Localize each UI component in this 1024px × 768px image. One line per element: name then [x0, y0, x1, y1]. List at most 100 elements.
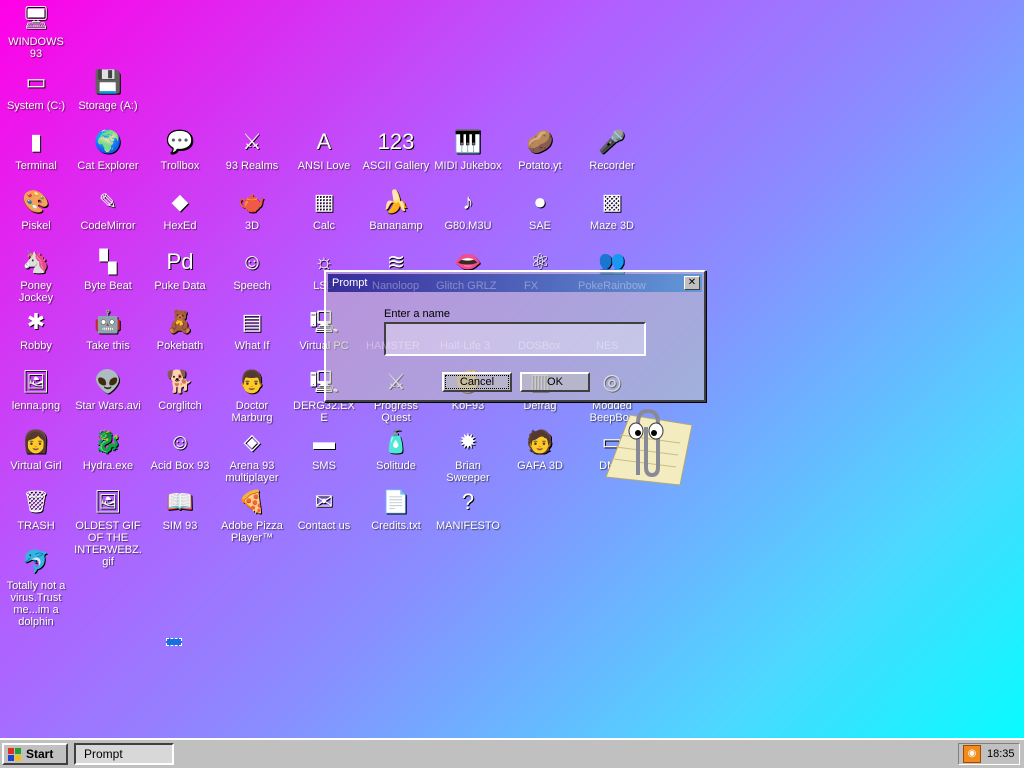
close-icon[interactable]: ✕: [684, 276, 700, 290]
desktop-item-cat-explorer[interactable]: 🌍 Cat Explorer: [72, 126, 144, 172]
desktop-item-poney-jockey[interactable]: 🦄 Poney Jockey: [0, 246, 72, 304]
taskbar-item-label: Prompt: [84, 747, 123, 761]
desktop-item-label: Pokebath: [156, 340, 204, 352]
desktop-item-3d[interactable]: 🫖 3D: [216, 186, 288, 232]
desktop-item-speech[interactable]: ☺ Speech: [216, 246, 288, 292]
desktop-item-label: SMS: [312, 460, 336, 472]
desktop-item-arena-93-multiplayer[interactable]: ◈ Arena 93 multiplayer: [216, 426, 288, 484]
clock: 18:35: [987, 748, 1015, 760]
desktop-item-puke-data[interactable]: Pd Puke Data: [144, 246, 216, 292]
desktop-item-manifesto[interactable]: ? MANIFESTO: [432, 486, 504, 532]
desktop-item-label: Puke Data: [154, 280, 206, 292]
desktop-item-windows-93[interactable]: 🖥 WINDOWS 93: [0, 2, 72, 60]
desktop-item-lenna-png[interactable]: 🖼 lenna.png: [0, 366, 72, 412]
desktop-item-piskel[interactable]: 🎨 Piskel: [0, 186, 72, 232]
desktop-item-midi-jukebox[interactable]: 🎹 MIDI Jukebox: [432, 126, 504, 172]
desktop-item-robby[interactable]: ✱ Robby: [0, 306, 72, 352]
start-button[interactable]: Start: [2, 743, 68, 765]
desktop-item-label: Potato.yt: [518, 160, 562, 172]
desktop-item-corglitch[interactable]: 🐕 Corglitch: [144, 366, 216, 412]
bananamp-icon: 🍌: [382, 189, 410, 214]
desktop-item-dolphin[interactable]: 🐬 Totally not a virus.Trust me...im a dol…: [0, 546, 72, 628]
desktop-item-adobe-pizza-player[interactable]: 🍕 Adobe Pizza Player™: [216, 486, 288, 544]
cat-explorer-icon: 🌍: [94, 129, 122, 154]
ascii-gallery-icon: 123: [377, 129, 415, 154]
desktop-item-gafa-3d[interactable]: 🧑 GAFA 3D: [504, 426, 576, 472]
desktop-item-brian-sweeper[interactable]: ✹ Brian Sweeper: [432, 426, 504, 484]
contact-us-icon: ✉: [314, 489, 334, 514]
desktop-item-label: GAFA 3D: [517, 460, 563, 472]
lenna-png-icon: 🖼: [22, 369, 50, 394]
name-input[interactable]: [384, 322, 646, 356]
cancel-button[interactable]: Cancel: [442, 372, 512, 392]
desktop-item-label: ASCII Gallery: [362, 160, 430, 172]
desktop-item-storage-a[interactable]: 💾 Storage (A:): [72, 66, 144, 112]
ansi-love-icon: A: [316, 129, 332, 154]
prompt-dialog: Prompt ✕ Enter a name Cancel OK: [324, 270, 706, 402]
desktop-item-label: SIM 93: [162, 520, 198, 532]
desktop-item-trollbox[interactable]: 💬 Trollbox: [144, 126, 216, 172]
desktop-item-label: Hydra.exe: [82, 460, 134, 472]
desktop-item-label: Cat Explorer: [77, 160, 139, 172]
desktop-item-contact-us[interactable]: ✉ Contact us: [288, 486, 360, 532]
desktop-item-take-this[interactable]: 🤖 Take this: [72, 306, 144, 352]
desktop-item-label: System (C:): [6, 100, 66, 112]
dialog-title: Prompt: [332, 277, 368, 289]
desktop-item-label: lenna.png: [11, 400, 61, 412]
rss-icon[interactable]: ◉: [963, 745, 981, 763]
desktop-item-label: Acid Box 93: [150, 460, 210, 472]
codemirror-icon: ✎: [98, 189, 118, 214]
desktop-item-ansi-love[interactable]: A ANSI Love: [288, 126, 360, 172]
acid-box-93-icon: ☺: [168, 429, 192, 454]
desktop-item-virtual-girl[interactable]: 👩 Virtual Girl: [0, 426, 72, 472]
desktop-item-label: TRASH: [17, 520, 55, 532]
desktop-item-g80-m3u[interactable]: ♪ G80.M3U: [432, 186, 504, 232]
desktop-item-sae[interactable]: ● SAE: [504, 186, 576, 232]
desktop-item-solitude[interactable]: 🧴 Solitude: [360, 426, 432, 472]
desktop-item-label: OLDEST GIF OF THE INTERWEBZ.gif: [74, 520, 142, 568]
desktop-item-sms[interactable]: ▬ SMS: [288, 426, 360, 472]
desktop-item-credits-txt[interactable]: 📄 Credits.txt: [360, 486, 432, 532]
desktop-item-oldest-gif[interactable]: 🖼 OLDEST GIF OF THE INTERWEBZ.gif: [72, 486, 144, 568]
desktop-item-label: Progress Quest: [373, 400, 419, 424]
desktop-item-93-realms[interactable]: ⚔ 93 Realms: [216, 126, 288, 172]
desktop-item-codemirror[interactable]: ✎ CodeMirror: [72, 186, 144, 232]
desktop-item-label: Arena 93 multiplayer: [225, 460, 279, 484]
doctor-marburg-icon: 👨: [238, 369, 266, 394]
desktop-item-sim-93[interactable]: 📖 SIM 93: [144, 486, 216, 532]
desktop-item-label: Bananamp: [369, 220, 423, 232]
desktop-item-label: ANSI Love: [297, 160, 351, 172]
potato-yt-icon: 🥔: [526, 129, 554, 154]
desktop-item-label: MANIFESTO: [436, 520, 500, 532]
virtual-girl-icon: 👩: [22, 429, 50, 454]
midi-jukebox-icon: 🎹: [454, 129, 482, 154]
desktop-item-recorder[interactable]: 🎤 Recorder: [576, 126, 648, 172]
corglitch-icon: 🐕: [166, 369, 194, 394]
byte-beat-icon: ▚: [99, 249, 117, 274]
dialog-titlebar[interactable]: Prompt ✕: [328, 274, 702, 292]
trash-icon: 🗑: [22, 489, 50, 514]
desktop-item-ascii-gallery[interactable]: 123 ASCII Gallery: [360, 126, 432, 172]
desktop-item-label: Robby: [20, 340, 52, 352]
desktop-item-terminal[interactable]: ▮ Terminal: [0, 126, 72, 172]
taskbar-item-prompt[interactable]: Prompt: [74, 743, 174, 765]
desktop-item-star-wars-avi[interactable]: 👽 Star Wars.avi: [72, 366, 144, 412]
desktop-item-pokebath[interactable]: 🧸 Pokebath: [144, 306, 216, 352]
desktop-item-system-c[interactable]: ▭ System (C:): [0, 66, 72, 112]
desktop-item-potato-yt[interactable]: 🥔 Potato.yt: [504, 126, 576, 172]
desktop-item-label: Doctor Marburg: [231, 400, 273, 424]
desktop-item-maze-3d[interactable]: ▩ Maze 3D: [576, 186, 648, 232]
clippy-assistant[interactable]: [600, 405, 696, 489]
desktop-item-hexed[interactable]: ◆ HexEd: [144, 186, 216, 232]
desktop-item-trash[interactable]: 🗑 TRASH: [0, 486, 72, 532]
desktop-item-bananamp[interactable]: 🍌 Bananamp: [360, 186, 432, 232]
solitude-icon: 🧴: [382, 429, 410, 454]
desktop-item-hydra-exe[interactable]: 🐉 Hydra.exe: [72, 426, 144, 472]
desktop-item-doctor-marburg[interactable]: 👨 Doctor Marburg: [216, 366, 288, 424]
ok-button[interactable]: OK: [520, 372, 590, 392]
desktop-item-calc[interactable]: ▦ Calc: [288, 186, 360, 232]
desktop-item-acid-box-93[interactable]: ☺ Acid Box 93: [144, 426, 216, 472]
recorder-icon: 🎤: [598, 129, 626, 154]
desktop-item-byte-beat[interactable]: ▚ Byte Beat: [72, 246, 144, 292]
desktop-item-what-if[interactable]: ▤ What If: [216, 306, 288, 352]
